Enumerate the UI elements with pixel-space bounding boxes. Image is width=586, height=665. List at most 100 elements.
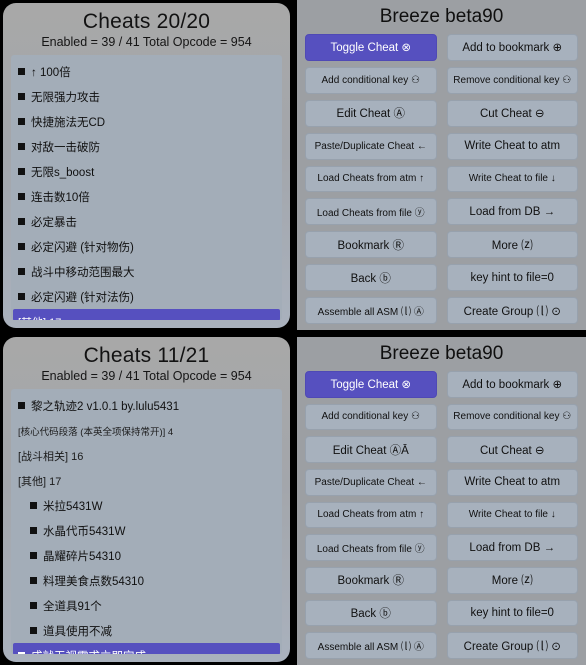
write-cheat-to-file-button[interactable]: Write Cheat to file ↓: [446, 501, 578, 529]
checkbox-icon: [30, 527, 37, 534]
checkbox-icon: [18, 143, 25, 150]
toggle-cheat-button[interactable]: Toggle Cheat ⊗: [305, 371, 437, 398]
cheat-row[interactable]: 晶耀碎片54310: [11, 543, 282, 568]
add-conditional-key-button[interactable]: Add conditional key ⚇: [305, 403, 437, 431]
cheat-row-label: 成就无视需求立即完成: [31, 648, 146, 655]
cut-cheat-button[interactable]: Cut Cheat ⊖: [446, 436, 578, 463]
cheat-row[interactable]: 快捷施法无CD: [11, 109, 282, 134]
add-to-bookmark-button[interactable]: Add to bookmark ⊕: [446, 371, 578, 398]
more-button[interactable]: More ⒵: [446, 231, 578, 259]
cheat-list-bottom[interactable]: 黎之轨迹2 v1.0.1 by.lulu5431 [核心代码段落 (本英全项保持常…: [11, 389, 282, 654]
key-hint-to-file-button[interactable]: key hint to file=0: [446, 599, 578, 627]
cheat-row-label: [其他] 17: [18, 475, 62, 488]
checkbox-icon: [18, 402, 25, 409]
cheat-row-label: ↑ 100倍: [31, 66, 71, 79]
cheat-row[interactable]: 无限s_boost: [11, 159, 282, 184]
checkbox-icon: [18, 193, 25, 200]
back-button[interactable]: Back ⓑ: [305, 599, 437, 627]
checkbox-icon: [18, 218, 25, 225]
cheat-row[interactable]: 黎之轨迹2 v1.0.1 by.lulu5431: [11, 393, 282, 418]
load-cheats-from-atm-button[interactable]: Load Cheats from atm ↑: [305, 501, 437, 529]
write-cheat-to-atm-button[interactable]: Write Cheat to atm: [446, 132, 578, 160]
load-from-db-button[interactable]: Load from DB →: [446, 534, 578, 561]
cheat-row[interactable]: 对敌一击破防: [11, 134, 282, 159]
cheat-row-label: 战斗中移动范围最大: [31, 266, 135, 279]
cheat-row[interactable]: 无限强力攻击: [11, 84, 282, 109]
cheat-row[interactable]: ↑ 100倍: [11, 59, 282, 84]
cheat-row-label: 米拉5431W: [43, 500, 103, 513]
cheat-row-label: 无限强力攻击: [31, 91, 100, 104]
cheat-group-row[interactable]: [战斗相关] 16: [11, 443, 282, 468]
cheat-row[interactable]: 米拉5431W: [11, 493, 282, 518]
checkbox-icon: [30, 502, 37, 509]
add-conditional-key-button[interactable]: Add conditional key ⚇: [305, 66, 437, 94]
edit-cheat-button[interactable]: Edit Cheat ⒶĀ: [305, 436, 437, 463]
checkbox-icon: [18, 293, 25, 300]
cheat-row-label: 黎之轨迹2 v1.0.1 by.lulu5431: [31, 400, 180, 413]
cheat-row[interactable]: 必定闪避 (针对物伤): [11, 234, 282, 259]
load-cheats-from-file-button[interactable]: Load Cheats from file ⓨ: [305, 198, 437, 226]
bookmark-button[interactable]: Bookmark Ⓡ: [305, 566, 437, 594]
cheat-group-row[interactable]: [其他] 17: [13, 309, 280, 320]
paste-duplicate-cheat-button[interactable]: Paste/Duplicate Cheat ←: [305, 468, 437, 496]
bookmark-button[interactable]: Bookmark Ⓡ: [305, 231, 437, 259]
write-cheat-to-file-button[interactable]: Write Cheat to file ↓: [446, 165, 578, 193]
load-from-db-button[interactable]: Load from DB →: [446, 198, 578, 226]
cheats-panel-bottom: Cheats 11/21 Enabled = 39 / 41 Total Opc…: [3, 337, 290, 662]
cheat-row-label: 水晶代币5431W: [43, 525, 126, 538]
edit-cheat-button[interactable]: Edit Cheat Ⓐ: [305, 99, 437, 127]
cheat-row-label: [核心代码段落 (本英全项保持常开)] 4: [18, 426, 174, 438]
cheat-status-line: Enabled = 39 / 41 Total Opcode = 954: [41, 369, 252, 383]
key-hint-to-file-button[interactable]: key hint to file=0: [446, 264, 578, 292]
remove-conditional-key-button[interactable]: Remove conditional key ⚇: [446, 66, 578, 94]
cheat-status-line: Enabled = 39 / 41 Total Opcode = 954: [41, 35, 252, 49]
cheat-group-row[interactable]: [其他] 17: [11, 468, 282, 493]
cheat-row[interactable]: 战斗中移动范围最大: [11, 259, 282, 284]
cheat-row[interactable]: 料理美食点数54310: [11, 568, 282, 593]
breeze-button-grid: Toggle Cheat ⊗ Add to bookmark ⊕ Add condi…: [305, 369, 578, 659]
assemble-all-asm-button[interactable]: Assemble all ASM ⒧ Ⓐ: [305, 297, 437, 324]
checkbox-icon: [30, 627, 37, 634]
cheat-row[interactable]: 必定暴击: [11, 209, 282, 234]
cheat-row-label: 必定闪避 (针对法伤): [31, 291, 134, 304]
cheat-row[interactable]: 成就无视需求立即完成: [13, 643, 280, 654]
load-cheats-from-file-button[interactable]: Load Cheats from file ⓨ: [305, 534, 437, 561]
cheat-row-label: [战斗相关] 16: [18, 450, 84, 463]
cheat-row-label: 必定闪避 (针对物伤): [31, 241, 134, 254]
toggle-cheat-button[interactable]: Toggle Cheat ⊗: [305, 34, 437, 61]
cheat-row[interactable]: 水晶代币5431W: [11, 518, 282, 543]
app-title: Breeze beta90: [379, 6, 504, 27]
cheat-panel-body: Cheats 11/21 Enabled = 39 / 41 Total Opc…: [3, 337, 290, 662]
cheat-row-label: 快捷施法无CD: [31, 116, 106, 129]
checkbox-icon: [18, 168, 25, 175]
cheat-row[interactable]: 道具使用不减: [11, 618, 282, 643]
cut-cheat-button[interactable]: Cut Cheat ⊖: [446, 99, 578, 127]
cheat-row-label: 连击数10倍: [31, 191, 90, 204]
cheat-group-row[interactable]: [核心代码段落 (本英全项保持常开)] 4: [11, 418, 282, 443]
checkbox-icon: [18, 93, 25, 100]
more-button[interactable]: More ⒵: [446, 566, 578, 594]
write-cheat-to-atm-button[interactable]: Write Cheat to atm: [446, 468, 578, 496]
breeze-panel-body: Breeze beta90 Toggle Cheat ⊗ Add to bookm…: [297, 0, 586, 330]
create-group-button[interactable]: Create Group ⒧ ⊙: [446, 632, 578, 659]
cheat-row-label: 晶耀碎片54310: [43, 550, 121, 563]
paste-duplicate-cheat-button[interactable]: Paste/Duplicate Cheat ←: [305, 132, 437, 160]
load-cheats-from-atm-button[interactable]: Load Cheats from atm ↑: [305, 165, 437, 193]
create-group-button[interactable]: Create Group ⒧ ⊙: [446, 297, 578, 324]
remove-conditional-key-button[interactable]: Remove conditional key ⚇: [446, 403, 578, 431]
cheat-list-top[interactable]: ↑ 100倍无限强力攻击 快捷施法无CD 对敌一击破防无限s_boost 连击数10倍…: [11, 55, 282, 320]
add-to-bookmark-button[interactable]: Add to bookmark ⊕: [446, 34, 578, 61]
checkbox-icon: [30, 602, 37, 609]
cheat-row[interactable]: 连击数10倍: [11, 184, 282, 209]
cheat-row-label: 必定暴击: [31, 216, 77, 229]
breeze-panel-bottom: Breeze beta90 Toggle Cheat ⊗ Add to bookm…: [297, 337, 586, 665]
cheat-row[interactable]: 全道具91个: [11, 593, 282, 618]
assemble-all-asm-button[interactable]: Assemble all ASM ⒧ Ⓐ: [305, 632, 437, 659]
back-button[interactable]: Back ⓑ: [305, 264, 437, 292]
cheat-row[interactable]: 必定闪避 (针对法伤): [11, 284, 282, 309]
cheat-row-label: 对敌一击破防: [31, 141, 100, 154]
checkbox-icon: [30, 577, 37, 584]
checkbox-icon: [30, 552, 37, 559]
checkbox-icon: [18, 268, 25, 275]
page-title: Cheats 20/20: [82, 10, 211, 33]
